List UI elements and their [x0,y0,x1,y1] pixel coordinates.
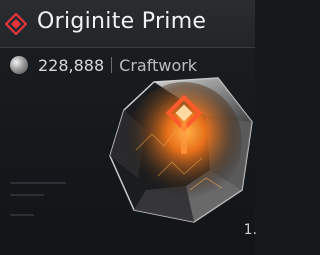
item-corner-value: 1. [243,222,257,238]
item-count: 228,888 [38,55,105,75]
faint-text-line [10,214,34,216]
item-detail-panel: Originite Prime 228,888 Craftwork 1. [0,0,257,255]
item-name: Originite Prime [37,9,207,34]
faint-text-line [10,194,44,196]
item-header: Originite Prime [0,0,255,48]
faint-text-line [10,182,66,184]
orb-icon [10,56,28,74]
diamond-rarity-icon [5,13,27,35]
originite-prime-crystal [109,77,253,223]
